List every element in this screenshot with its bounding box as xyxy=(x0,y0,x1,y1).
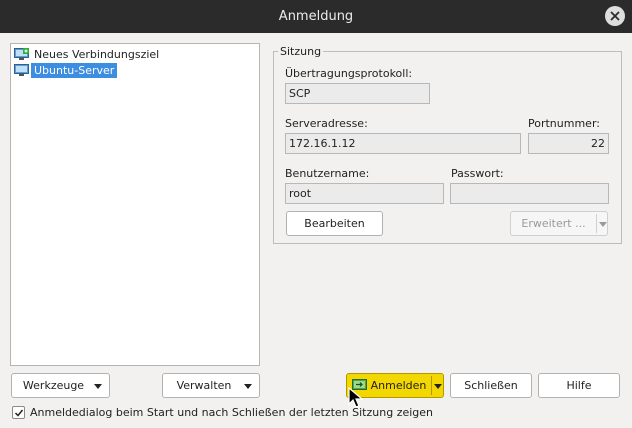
session-group-label: Sitzung xyxy=(278,45,324,58)
chevron-down-icon xyxy=(244,384,252,389)
close-window-button[interactable] xyxy=(605,6,625,26)
advanced-button[interactable]: Erweitert ... xyxy=(510,211,608,236)
edit-button-label: Bearbeiten xyxy=(304,217,365,230)
host-field[interactable]: 172.16.1.12 xyxy=(285,133,521,154)
advanced-separator xyxy=(596,214,597,233)
port-label: Portnummer: xyxy=(528,117,600,130)
tree-item-ubuntu-server[interactable]: Ubuntu-Server xyxy=(14,63,118,78)
mouse-cursor-icon xyxy=(348,387,364,408)
monitor-icon xyxy=(14,64,29,76)
port-field[interactable]: 22 xyxy=(528,133,609,154)
password-label: Passwort: xyxy=(451,167,504,180)
user-field[interactable]: root xyxy=(285,183,444,204)
chevron-down-icon xyxy=(94,384,102,389)
close-button-label: Schließen xyxy=(464,379,518,392)
new-site-icon xyxy=(14,48,29,60)
protocol-label: Übertragungsprotokoll: xyxy=(285,67,413,80)
close-icon xyxy=(610,11,620,21)
help-button-label: Hilfe xyxy=(566,379,592,392)
tools-button[interactable]: Werkzeuge xyxy=(11,373,110,398)
manage-button[interactable]: Verwalten xyxy=(162,373,260,398)
chevron-down-icon[interactable] xyxy=(434,384,442,389)
advanced-button-label: Erweitert ... xyxy=(521,217,586,230)
user-label: Benutzername: xyxy=(285,167,370,180)
password-field[interactable] xyxy=(450,183,609,204)
login-button-label: Anmelden xyxy=(370,379,427,392)
help-button[interactable]: Hilfe xyxy=(538,373,620,398)
close-button[interactable]: Schließen xyxy=(450,373,532,398)
chevron-down-icon[interactable] xyxy=(599,222,607,227)
window-title: Anmeldung xyxy=(278,9,354,24)
show-dialog-checkbox[interactable] xyxy=(12,406,25,419)
tree-item-label: Neues Verbindungsziel xyxy=(34,48,160,61)
manage-button-label: Verwalten xyxy=(176,379,232,392)
site-tree[interactable]: Neues Verbindungsziel Ubuntu-Server xyxy=(10,43,260,366)
protocol-select[interactable]: SCP xyxy=(285,83,430,104)
title-bar: Anmeldung xyxy=(0,0,632,33)
tools-button-label: Werkzeuge xyxy=(22,379,85,392)
edit-button[interactable]: Bearbeiten xyxy=(286,211,383,236)
tree-item-new-site[interactable]: Neues Verbindungsziel xyxy=(14,47,162,62)
login-separator xyxy=(431,376,432,395)
show-dialog-label: Anmeldedialog beim Start und nach Schlie… xyxy=(30,406,434,419)
checkmark-icon xyxy=(14,409,24,417)
host-label: Serveradresse: xyxy=(285,117,368,130)
tree-item-label: Ubuntu-Server xyxy=(31,63,118,78)
